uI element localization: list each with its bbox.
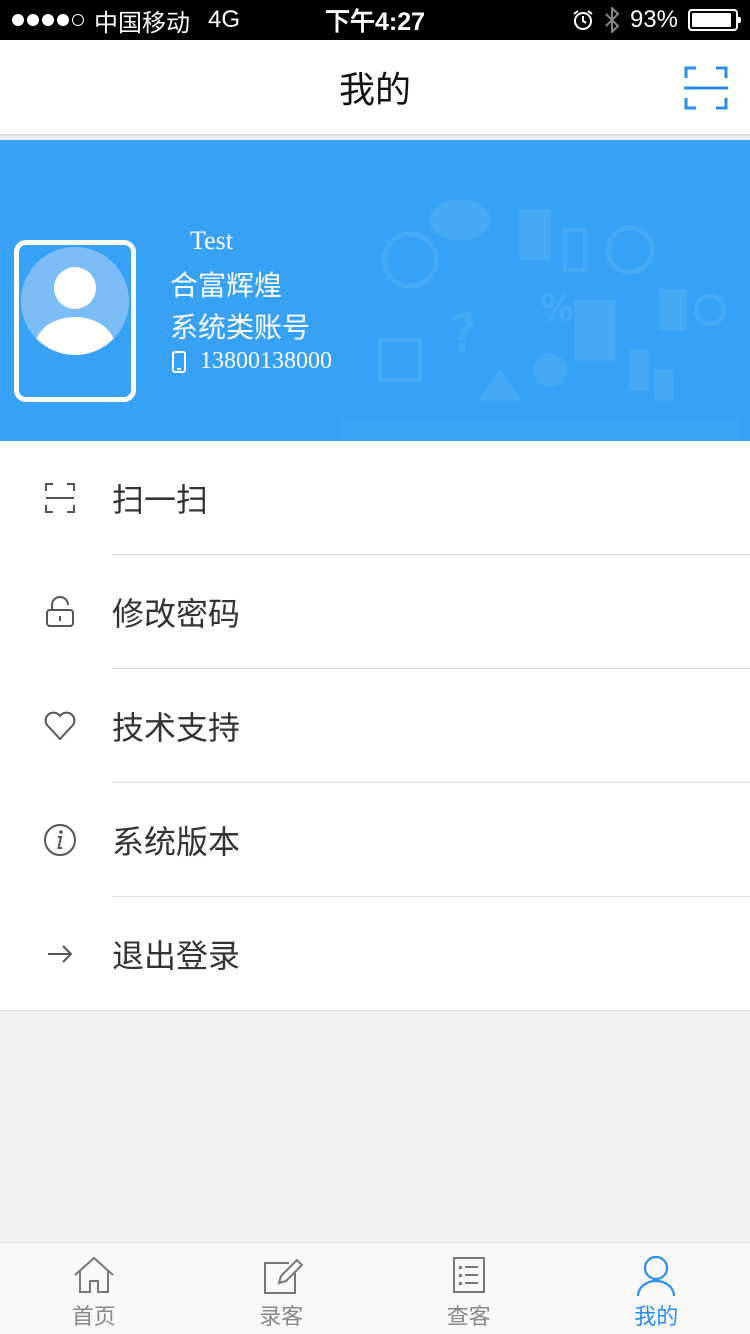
menu-item-tech-support[interactable]: 技术支持 xyxy=(0,669,750,783)
phone-number: 13800138000 xyxy=(200,348,332,374)
tab-record-client[interactable]: 录客 xyxy=(188,1243,376,1334)
scan-button[interactable] xyxy=(684,66,728,110)
battery-percent: 93% xyxy=(629,6,678,33)
avatar-frame[interactable] xyxy=(14,240,136,402)
user-icon xyxy=(637,1255,676,1297)
account-type: 系统类账号 xyxy=(170,312,311,343)
status-bar: 中国移动 4G 下午4:27 93% xyxy=(0,0,750,40)
phone-icon xyxy=(172,350,186,373)
company-name: 合富辉煌 xyxy=(170,270,283,301)
menu-item-label: 系统版本 xyxy=(112,824,241,860)
carrier-label: 中国移动 xyxy=(94,9,190,37)
menu-item-label: 技术支持 xyxy=(112,710,241,746)
menu-item-label: 修改密码 xyxy=(112,596,241,632)
tab-label: 首页 xyxy=(71,1304,116,1329)
menu-list: 扫一扫 修改密码 技术支持 系统版本 退出登录 xyxy=(0,441,750,1011)
signal-icon xyxy=(12,14,84,26)
menu-item-label: 扫一扫 xyxy=(112,482,209,518)
battery-fill xyxy=(692,13,732,27)
menu-item-scan[interactable]: 扫一扫 xyxy=(0,441,750,555)
svg-text:%: % xyxy=(540,288,574,329)
avatar xyxy=(21,247,129,355)
info-icon xyxy=(44,824,76,856)
status-right: 93% xyxy=(572,6,741,34)
heart-icon xyxy=(44,711,76,740)
menu-item-version[interactable]: 系统版本 xyxy=(0,783,750,897)
battery-icon xyxy=(688,9,741,31)
menu-item-label: 退出登录 xyxy=(112,938,241,974)
tab-label: 查客 xyxy=(446,1304,491,1329)
page-title: 我的 xyxy=(338,69,411,110)
lock-icon xyxy=(46,596,74,627)
scan-icon xyxy=(45,483,75,513)
tab-label: 我的 xyxy=(634,1304,679,1329)
alarm-icon xyxy=(573,10,593,30)
home-icon xyxy=(74,1256,114,1293)
tab-mine[interactable]: 我的 xyxy=(563,1243,750,1334)
tab-bar: 首页 录客 查客 我的 xyxy=(0,1242,750,1334)
nav-bar: 我的 xyxy=(0,40,750,136)
tab-home[interactable]: 首页 xyxy=(0,1243,188,1334)
status-left: 中国移动 4G xyxy=(12,3,240,38)
profile-header: ? % Test 合富辉煌 系统类账号 13800138000 xyxy=(0,140,750,441)
network-label: 4G xyxy=(208,6,241,33)
svg-text:?: ? xyxy=(450,304,477,362)
edit-icon xyxy=(264,1258,304,1294)
tab-search-client[interactable]: 查客 xyxy=(375,1243,563,1334)
list-icon xyxy=(452,1257,485,1293)
decorative-pattern: ? % xyxy=(340,199,740,440)
menu-item-logout[interactable]: 退出登录 xyxy=(0,897,750,1011)
menu-item-change-password[interactable]: 修改密码 xyxy=(0,555,750,669)
arrow-right-icon xyxy=(48,945,73,963)
tab-label: 录客 xyxy=(259,1304,304,1329)
bluetooth-icon xyxy=(605,7,620,33)
user-name: Test xyxy=(190,226,233,255)
phone-row: 13800138000 xyxy=(172,348,332,375)
